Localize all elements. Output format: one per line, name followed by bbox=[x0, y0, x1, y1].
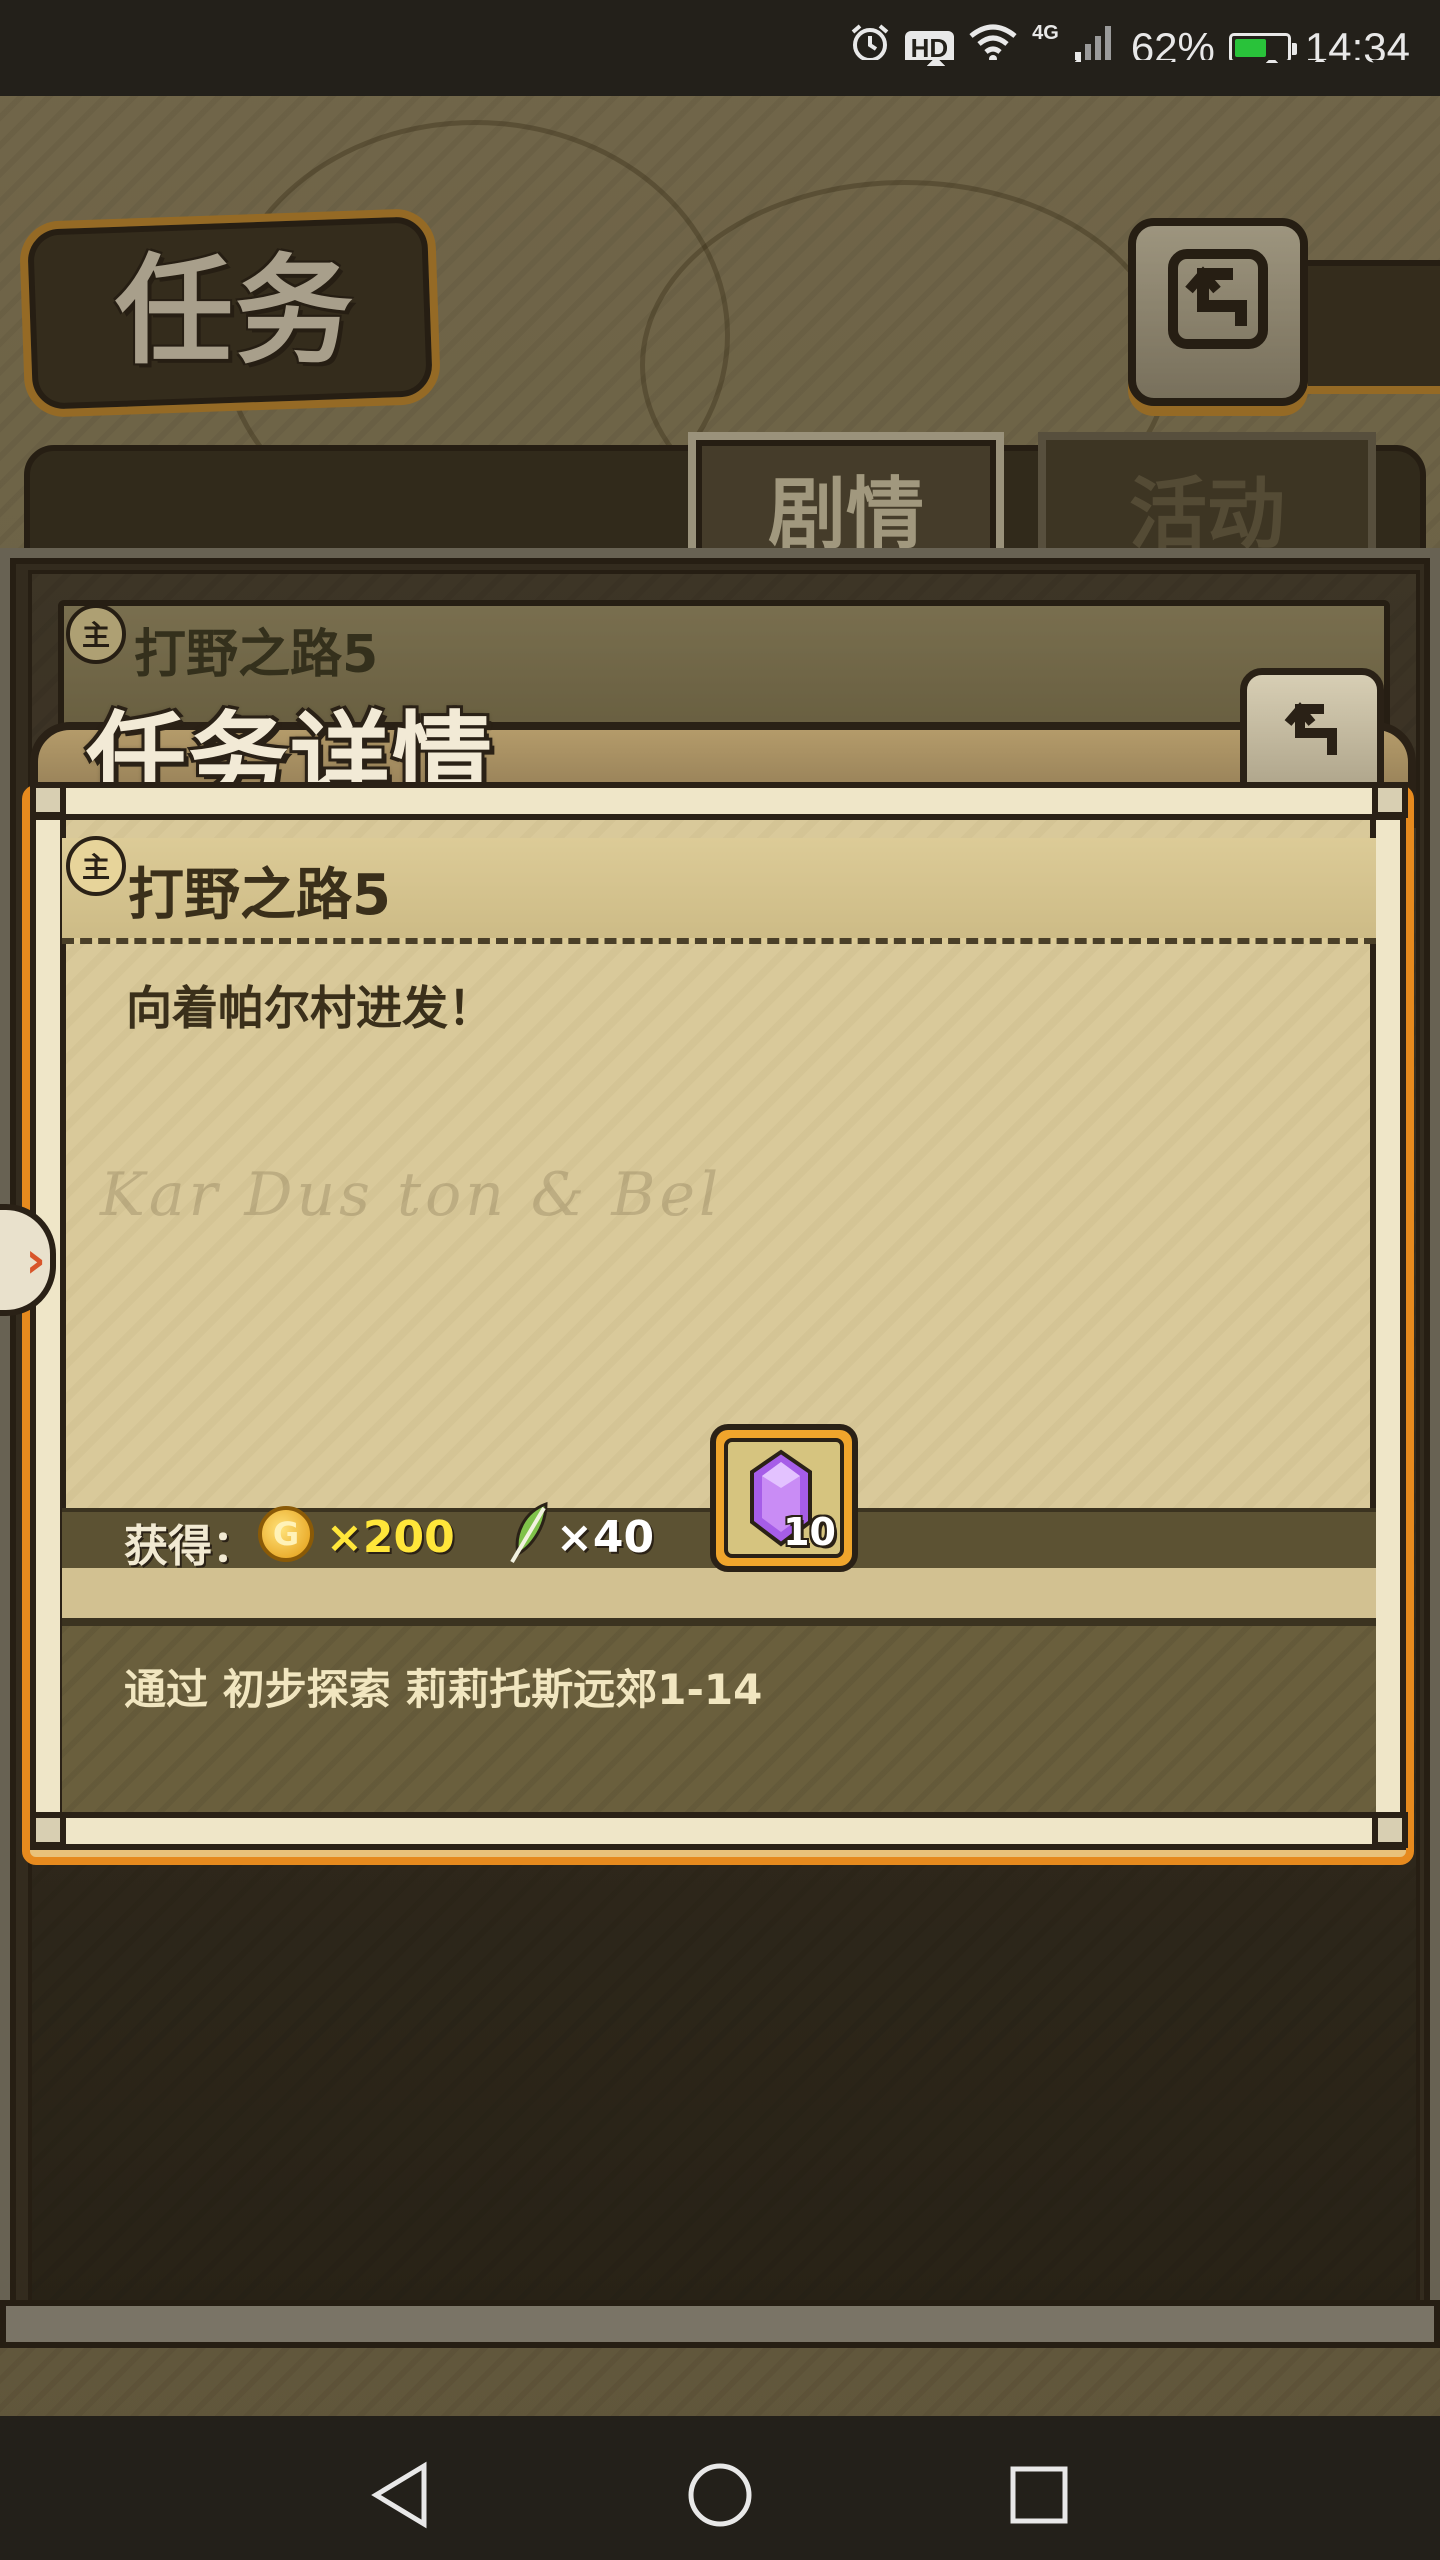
square-recents-icon bbox=[1010, 2466, 1068, 2524]
condition-panel bbox=[62, 1626, 1376, 1812]
triangle-back-icon bbox=[371, 2461, 427, 2529]
reward-label: 获得： bbox=[124, 1521, 256, 1572]
main-quest-badge-icon: 主 bbox=[66, 836, 126, 896]
feather-icon bbox=[506, 1500, 554, 1566]
nav-back-button[interactable] bbox=[356, 2450, 446, 2540]
dialog-bottom-rail bbox=[30, 1812, 1406, 1850]
rail-knob bbox=[1372, 1812, 1408, 1848]
nav-recents-button[interactable] bbox=[994, 2450, 1084, 2540]
gold-reward-amount: ×200 bbox=[326, 1512, 455, 1563]
completion-condition: 通过 初步探索 莉莉托斯远郊1-14 bbox=[124, 1665, 763, 1714]
navigation-bar-edge bbox=[0, 2412, 1440, 2448]
chevron-right-icon: › bbox=[25, 1231, 46, 1289]
reward-underlay bbox=[62, 1568, 1376, 1626]
map-watermark: Kar Dus ton & Bel bbox=[100, 1160, 723, 1230]
rail-knob bbox=[30, 1812, 66, 1848]
dialog-top-rail bbox=[30, 782, 1406, 820]
quest-name: 打野之路5 bbox=[128, 863, 391, 928]
gold-coin-icon: G bbox=[258, 1506, 314, 1562]
network-type-label: 4G bbox=[1032, 22, 1059, 44]
circle-home-icon bbox=[688, 2463, 752, 2527]
feather-reward-amount: ×40 bbox=[556, 1512, 655, 1563]
rail-knob bbox=[30, 782, 66, 818]
rail-knob bbox=[1372, 782, 1408, 818]
nav-home-button[interactable] bbox=[675, 2450, 765, 2540]
battery-icon bbox=[1228, 33, 1297, 63]
status-bar-edge bbox=[0, 60, 1440, 96]
quest-description: 向着帕尔村进发！ bbox=[126, 981, 494, 1035]
return-arrow-icon bbox=[1272, 688, 1352, 793]
dialog-left-rail bbox=[30, 810, 66, 1820]
crystal-count: 10 bbox=[783, 1510, 836, 1554]
crystal-reward-slot[interactable]: 10 bbox=[710, 1424, 858, 1572]
